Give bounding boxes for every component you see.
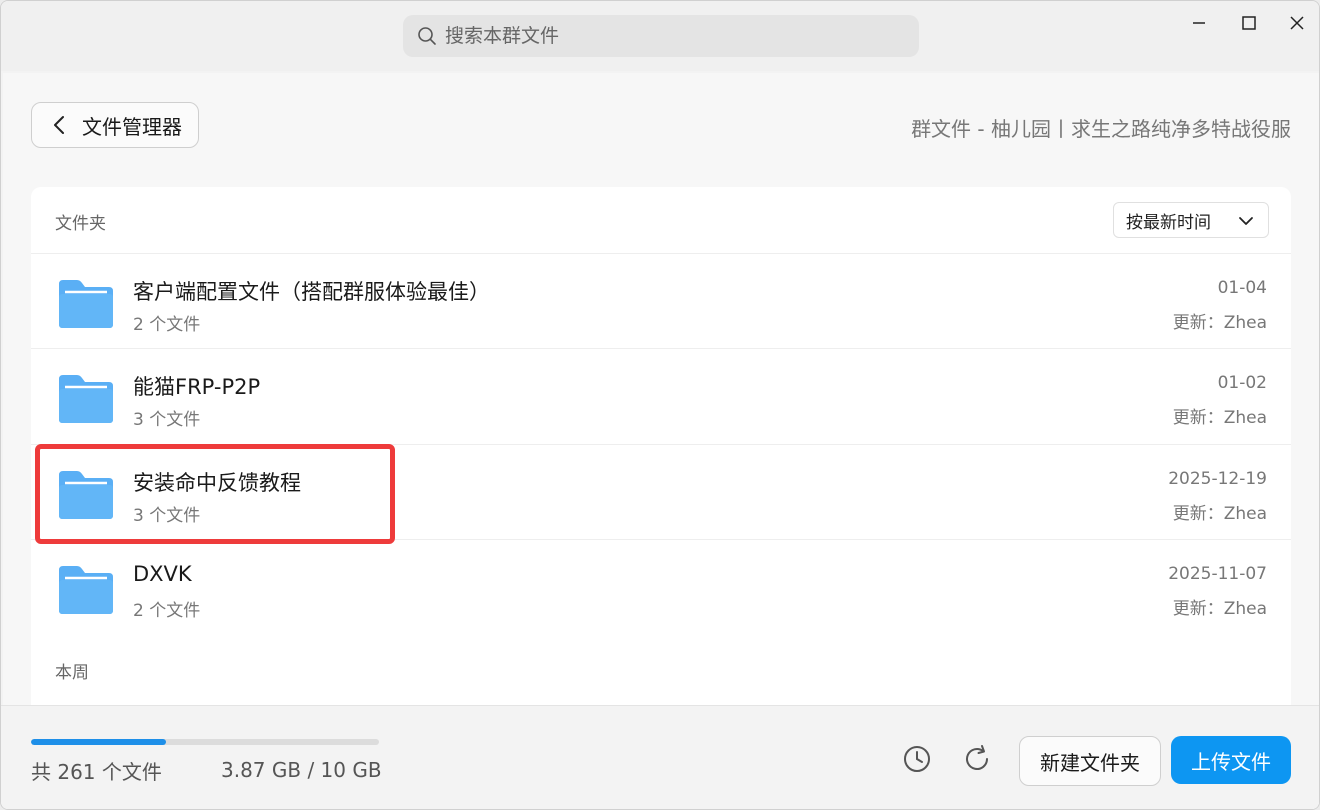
minimize-icon — [1193, 22, 1205, 24]
file-total: 共 261 个文件 — [31, 760, 162, 784]
file-list-panel: 文件夹 按最新时间 客户端配置文件（搭配群服体验最佳） 2 个文件 01-04 … — [31, 187, 1291, 707]
chevron-down-icon — [1239, 217, 1253, 225]
folder-icon — [59, 471, 113, 519]
folder-file-count: 2 个文件 — [133, 315, 201, 335]
file-manager-window: 文件管理器 群文件 - 柚儿园丨求生之路纯净多特战役服 文件夹 按最新时间 客户… — [0, 0, 1320, 810]
folder-row[interactable]: 安装命中反馈教程 3 个文件 2025-12-19 更新：Zhea — [31, 444, 1291, 539]
folder-file-count: 2 个文件 — [133, 601, 201, 621]
search-box[interactable] — [403, 15, 919, 57]
folders-section-label: 文件夹 — [55, 214, 106, 234]
title-bar — [1, 1, 1319, 71]
folder-name: DXVK — [133, 562, 192, 586]
sort-label: 按最新时间 — [1126, 212, 1211, 233]
folder-icon — [59, 280, 113, 328]
folder-name: 能猫FRP-P2P — [133, 375, 261, 399]
footer-bar: 共 261 个文件 3.87 GB / 10 GB 新建文件夹 上传文件 — [1, 705, 1319, 809]
history-button[interactable] — [900, 742, 934, 776]
folder-icon — [59, 375, 113, 423]
folder-row[interactable]: DXVK 2 个文件 2025-11-07 更新：Zhea — [31, 539, 1291, 634]
main-content: 文件管理器 群文件 - 柚儿园丨求生之路纯净多特战役服 文件夹 按最新时间 客户… — [3, 73, 1319, 809]
folder-date: 01-02 — [1217, 373, 1267, 393]
chevron-left-icon — [54, 116, 64, 134]
folder-updater: 更新：Zhea — [1172, 408, 1267, 428]
folder-icon — [59, 566, 113, 614]
group-title: 群文件 - 柚儿园丨求生之路纯净多特战役服 — [911, 117, 1291, 141]
refresh-icon — [966, 745, 988, 770]
search-input[interactable] — [443, 24, 887, 48]
minimize-button[interactable] — [1179, 9, 1219, 37]
back-button[interactable]: 文件管理器 — [31, 102, 199, 148]
folder-file-count: 3 个文件 — [133, 410, 201, 430]
folder-name: 客户端配置文件（搭配群服体验最佳） — [133, 280, 490, 304]
folder-date: 2025-11-07 — [1168, 564, 1267, 584]
maximize-button[interactable] — [1229, 9, 1269, 37]
storage-progress-fill — [31, 739, 166, 745]
clock-icon — [904, 746, 930, 772]
upload-file-button[interactable]: 上传文件 — [1171, 736, 1291, 784]
storage-progress-bar — [31, 739, 379, 745]
maximize-icon — [1242, 16, 1256, 30]
new-folder-button[interactable]: 新建文件夹 — [1019, 736, 1161, 786]
close-button[interactable] — [1277, 9, 1317, 37]
search-icon — [418, 27, 436, 45]
refresh-button[interactable] — [960, 742, 994, 776]
folder-file-count: 3 个文件 — [133, 506, 201, 526]
close-icon — [1290, 16, 1304, 30]
folder-updater: 更新：Zhea — [1172, 599, 1267, 619]
week-section-label: 本周 — [55, 663, 89, 683]
folder-date: 01-04 — [1217, 278, 1267, 298]
back-button-label: 文件管理器 — [82, 114, 182, 139]
folder-date: 2025-12-19 — [1168, 469, 1267, 489]
sort-dropdown[interactable]: 按最新时间 — [1113, 202, 1269, 238]
folder-row[interactable]: 客户端配置文件（搭配群服体验最佳） 2 个文件 01-04 更新：Zhea — [31, 253, 1291, 348]
folder-updater: 更新：Zhea — [1172, 504, 1267, 524]
folder-row[interactable]: 能猫FRP-P2P 3 个文件 01-02 更新：Zhea — [31, 348, 1291, 443]
folder-updater: 更新：Zhea — [1172, 313, 1267, 333]
folder-name: 安装命中反馈教程 — [133, 471, 301, 495]
storage-used: 3.87 GB / 10 GB — [221, 758, 382, 782]
